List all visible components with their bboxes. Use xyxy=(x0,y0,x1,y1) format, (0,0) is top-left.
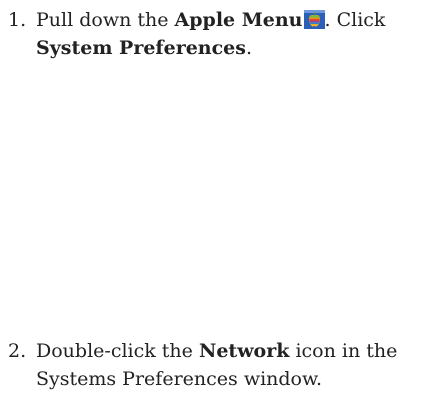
step-2: 2. Double-click the Network icon in the … xyxy=(0,337,436,393)
apple-menu-icon xyxy=(303,10,325,29)
system-preferences-label: System Preferences xyxy=(36,37,246,59)
network-label: Network xyxy=(198,340,290,362)
step-number: 1. xyxy=(8,9,27,31)
step-text-prefix: Pull down the xyxy=(36,9,175,31)
step-1: 1. Pull down the Apple Menu . Click Syst… xyxy=(0,6,436,62)
step-number: 2. xyxy=(8,340,27,362)
step-text: Double-click the Network icon in the Sys… xyxy=(36,337,436,393)
step-text-prefix: Double-click the xyxy=(36,340,199,362)
step-text-suffix: . Click xyxy=(324,9,386,31)
step-text-line2: Systems Preferences window. xyxy=(36,368,323,390)
step-text-suffix: icon in the xyxy=(289,340,398,362)
step-text: Pull down the Apple Menu . Click System … xyxy=(36,6,436,62)
step-text-period: . xyxy=(245,37,253,59)
apple-menu-label: Apple Menu xyxy=(174,9,303,31)
